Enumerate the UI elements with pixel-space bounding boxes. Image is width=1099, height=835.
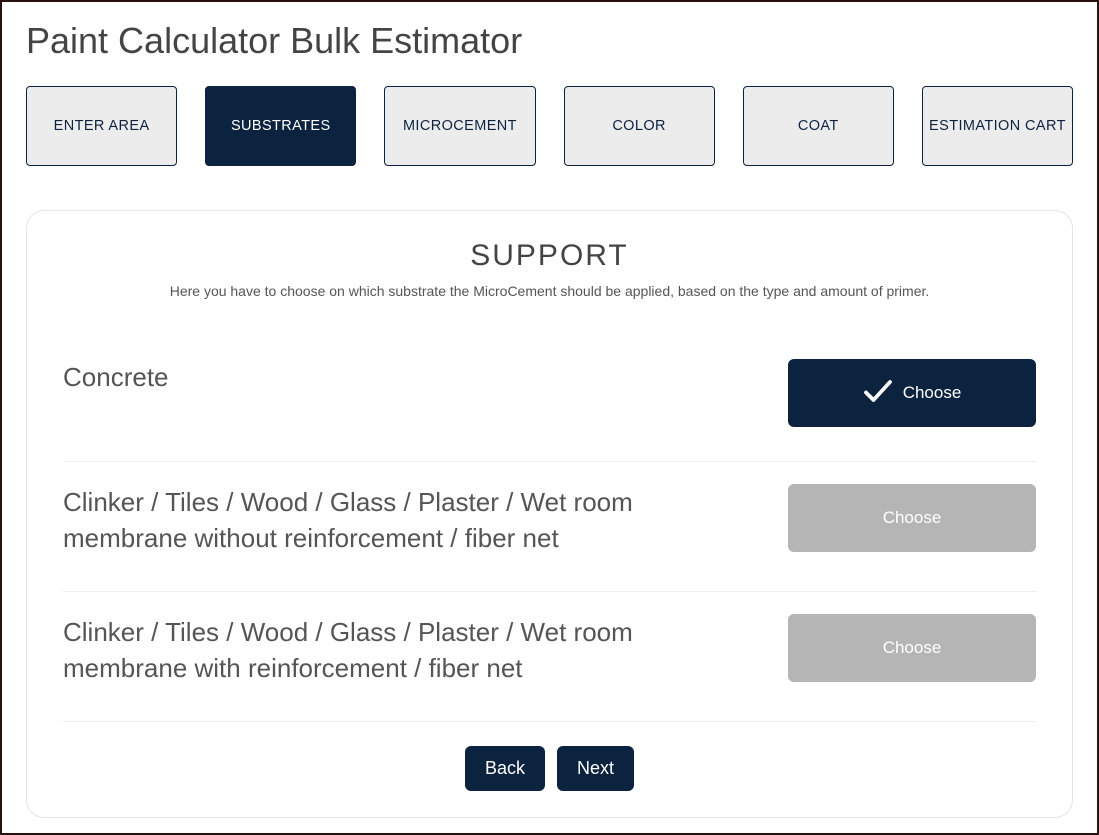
option-row: Clinker / Tiles / Wood / Glass / Plaster… bbox=[63, 462, 1036, 592]
next-button[interactable]: Next bbox=[557, 746, 634, 791]
support-panel: SUPPORT Here you have to choose on which… bbox=[26, 210, 1073, 818]
choose-button-with-reinforcement[interactable]: Choose bbox=[788, 614, 1036, 682]
tab-microcement[interactable]: MICROCEMENT bbox=[384, 86, 535, 166]
tab-enter-area[interactable]: ENTER AREA bbox=[26, 86, 177, 166]
option-row: Clinker / Tiles / Wood / Glass / Plaster… bbox=[63, 592, 1036, 722]
choose-button-label: Choose bbox=[883, 638, 942, 658]
tab-color[interactable]: COLOR bbox=[564, 86, 715, 166]
nav-buttons: Back Next bbox=[63, 746, 1036, 791]
page-title: Paint Calculator Bulk Estimator bbox=[26, 20, 1073, 62]
step-tabs: ENTER AREA SUBSTRATES MICROCEMENT COLOR … bbox=[26, 86, 1073, 166]
tab-coat[interactable]: COAT bbox=[743, 86, 894, 166]
choose-button-label: Choose bbox=[903, 383, 962, 403]
choose-button-concrete[interactable]: Choose bbox=[788, 359, 1036, 427]
panel-subtitle: Here you have to choose on which substra… bbox=[63, 283, 1036, 299]
check-icon bbox=[863, 378, 893, 409]
tab-estimation-cart[interactable]: ESTIMATION CART bbox=[922, 86, 1073, 166]
back-button[interactable]: Back bbox=[465, 746, 545, 791]
panel-title: SUPPORT bbox=[63, 239, 1036, 273]
option-label: Clinker / Tiles / Wood / Glass / Plaster… bbox=[63, 484, 752, 557]
tab-substrates[interactable]: SUBSTRATES bbox=[205, 86, 356, 166]
choose-button-without-reinforcement[interactable]: Choose bbox=[788, 484, 1036, 552]
option-row: Concrete Choose bbox=[63, 337, 1036, 462]
option-label: Clinker / Tiles / Wood / Glass / Plaster… bbox=[63, 614, 752, 687]
choose-button-label: Choose bbox=[883, 508, 942, 528]
option-label: Concrete bbox=[63, 359, 752, 395]
